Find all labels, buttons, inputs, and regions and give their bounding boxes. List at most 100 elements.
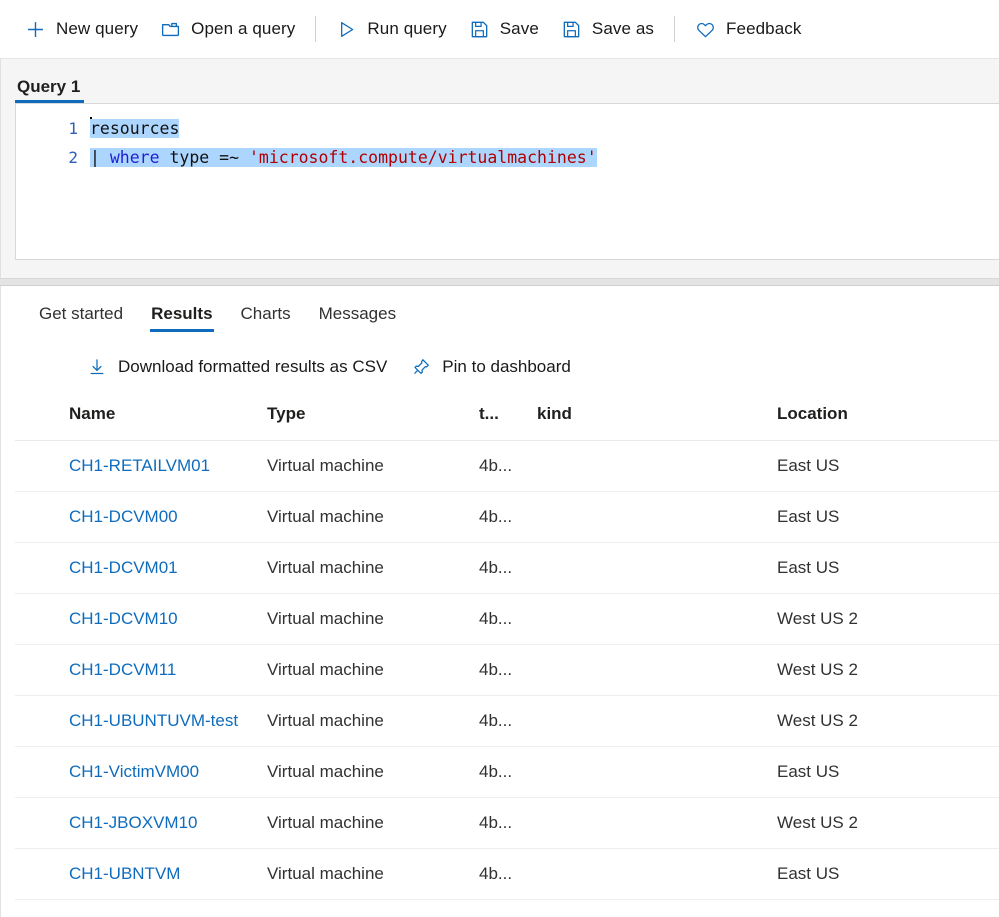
save-as-label: Save as bbox=[591, 19, 655, 38]
cell-location: East US bbox=[777, 491, 999, 543]
resource-link[interactable]: CH1-VictimVM00 bbox=[69, 762, 199, 781]
results-tab-strip: Get started Results Charts Messages bbox=[15, 286, 999, 334]
column-header-location[interactable]: Location bbox=[777, 404, 999, 441]
heart-icon bbox=[697, 22, 714, 37]
tab-charts[interactable]: Charts bbox=[227, 300, 305, 334]
code-line-2: | where type =~ 'microsoft.compute/virtu… bbox=[90, 143, 999, 172]
panel-splitter[interactable] bbox=[0, 278, 999, 286]
table-row[interactable]: CH1-DCVM01 Virtual machine 4b... East US bbox=[15, 542, 999, 594]
cell-name: CH1-DCVM01 bbox=[15, 542, 267, 594]
cell-t: 4b... bbox=[479, 542, 537, 594]
tab-get-started[interactable]: Get started bbox=[25, 300, 137, 334]
resource-link[interactable]: CH1-JBOXVM10 bbox=[69, 813, 197, 832]
column-header-t[interactable]: t... bbox=[479, 404, 537, 441]
resource-link[interactable]: CH1-DCVM11 bbox=[69, 660, 176, 679]
table-row[interactable]: CH1-UBNTVM Virtual machine 4b... East US bbox=[15, 848, 999, 900]
resource-link[interactable]: CH1-RETAILVM01 bbox=[69, 456, 210, 475]
download-csv-button[interactable]: Download formatted results as CSV bbox=[77, 352, 397, 382]
query-tab-strip: Query 1 bbox=[15, 69, 999, 103]
cell-name: CH1-UBNTVM bbox=[15, 848, 267, 900]
save-as-button[interactable]: Save as bbox=[550, 13, 665, 46]
cell-location: East US bbox=[777, 440, 999, 492]
code-text-area[interactable]: resources | where type =~ 'microsoft.com… bbox=[90, 104, 999, 259]
tab-results-label: Results bbox=[151, 304, 213, 323]
tab-charts-label: Charts bbox=[240, 304, 291, 323]
code-pipe-token: | bbox=[90, 148, 110, 167]
cell-t: 4b... bbox=[479, 644, 537, 696]
open-query-label: Open a query bbox=[191, 19, 296, 38]
table-row[interactable]: CH1-DCVM10 Virtual machine 4b... West US… bbox=[15, 593, 999, 645]
table-row[interactable]: CH1-JBOXVM10 Virtual machine 4b... West … bbox=[15, 797, 999, 849]
results-table-body: CH1-RETAILVM01 Virtual machine 4b... Eas… bbox=[15, 440, 999, 900]
table-row[interactable]: CH1-DCVM11 Virtual machine 4b... West US… bbox=[15, 644, 999, 696]
cell-kind bbox=[537, 746, 777, 798]
column-header-name[interactable]: Name bbox=[15, 404, 267, 441]
tab-messages-label: Messages bbox=[318, 304, 397, 323]
cell-type: Virtual machine bbox=[267, 797, 479, 849]
cell-name: CH1-DCVM10 bbox=[15, 593, 267, 645]
table-row[interactable]: CH1-DCVM00 Virtual machine 4b... East US bbox=[15, 491, 999, 543]
download-csv-label: Download formatted results as CSV bbox=[118, 357, 388, 376]
save-button[interactable]: Save bbox=[458, 13, 550, 46]
pin-icon bbox=[414, 359, 430, 375]
toolbar-divider-1 bbox=[315, 16, 317, 42]
code-editor[interactable]: 1 2 resources | where type =~ 'microsoft… bbox=[15, 103, 999, 260]
cell-name: CH1-VictimVM00 bbox=[15, 746, 267, 798]
command-bar: New query Open a query Run query Save Sa… bbox=[0, 0, 999, 58]
resource-link[interactable]: CH1-DCVM10 bbox=[69, 609, 178, 628]
line-number-gutter: 1 2 bbox=[16, 104, 90, 259]
save-as-icon bbox=[563, 21, 580, 37]
cell-location: West US 2 bbox=[777, 797, 999, 849]
cell-location: East US bbox=[777, 746, 999, 798]
cell-location: East US bbox=[777, 542, 999, 594]
resource-link[interactable]: CH1-UBNTVM bbox=[69, 864, 180, 883]
tab-results[interactable]: Results bbox=[137, 300, 226, 334]
table-row[interactable]: CH1-UBUNTUVM-test Virtual machine 4b... … bbox=[15, 695, 999, 747]
resource-link[interactable]: CH1-UBUNTUVM-test bbox=[69, 711, 238, 730]
run-query-button[interactable]: Run query bbox=[325, 13, 457, 46]
open-query-button[interactable]: Open a query bbox=[149, 13, 306, 46]
resource-link[interactable]: CH1-DCVM00 bbox=[69, 507, 178, 526]
column-header-kind[interactable]: kind bbox=[537, 404, 777, 441]
cell-kind bbox=[537, 848, 777, 900]
cell-kind bbox=[537, 695, 777, 747]
cell-name: CH1-DCVM00 bbox=[15, 491, 267, 543]
resource-link[interactable]: CH1-DCVM01 bbox=[69, 558, 178, 577]
results-table: Name Type t... kind Location CH1-RETAILV… bbox=[15, 404, 999, 900]
cell-t: 4b... bbox=[479, 593, 537, 645]
tab-query-1-label: Query 1 bbox=[17, 77, 81, 96]
tab-messages[interactable]: Messages bbox=[305, 300, 410, 334]
new-query-button[interactable]: New query bbox=[14, 13, 149, 46]
cell-kind bbox=[537, 797, 777, 849]
results-panel: Get started Results Charts Messages Down… bbox=[0, 286, 999, 917]
cell-type: Virtual machine bbox=[267, 542, 479, 594]
cell-kind bbox=[537, 440, 777, 492]
cell-name: CH1-UBUNTUVM-test bbox=[15, 695, 267, 747]
cell-t: 4b... bbox=[479, 695, 537, 747]
cell-kind bbox=[537, 593, 777, 645]
table-row[interactable]: CH1-RETAILVM01 Virtual machine 4b... Eas… bbox=[15, 440, 999, 492]
cell-t: 4b... bbox=[479, 491, 537, 543]
cell-type: Virtual machine bbox=[267, 695, 479, 747]
folder-icon bbox=[162, 22, 180, 36]
pin-to-dashboard-button[interactable]: Pin to dashboard bbox=[401, 352, 581, 382]
column-header-type[interactable]: Type bbox=[267, 404, 479, 441]
feedback-label: Feedback bbox=[726, 19, 802, 38]
feedback-button[interactable]: Feedback bbox=[684, 13, 812, 46]
cell-kind bbox=[537, 491, 777, 543]
table-row[interactable]: CH1-VictimVM00 Virtual machine 4b... Eas… bbox=[15, 746, 999, 798]
cell-type: Virtual machine bbox=[267, 491, 479, 543]
tab-query-1[interactable]: Query 1 bbox=[15, 77, 85, 103]
code-line-1: resources bbox=[90, 114, 999, 143]
query-editor-panel: Query 1 1 2 resources | where type =~ 'm… bbox=[0, 58, 999, 278]
cell-location: East US bbox=[777, 848, 999, 900]
results-action-bar: Download formatted results as CSV Pin to… bbox=[15, 334, 999, 398]
cell-type: Virtual machine bbox=[267, 746, 479, 798]
code-string-token: 'microsoft.compute/virtualmachines' bbox=[248, 148, 597, 167]
cell-location: West US 2 bbox=[777, 593, 999, 645]
cell-t: 4b... bbox=[479, 797, 537, 849]
cell-kind bbox=[537, 542, 777, 594]
code-keyword-token: where bbox=[109, 148, 160, 167]
cell-t: 4b... bbox=[479, 848, 537, 900]
plus-icon bbox=[28, 21, 43, 37]
